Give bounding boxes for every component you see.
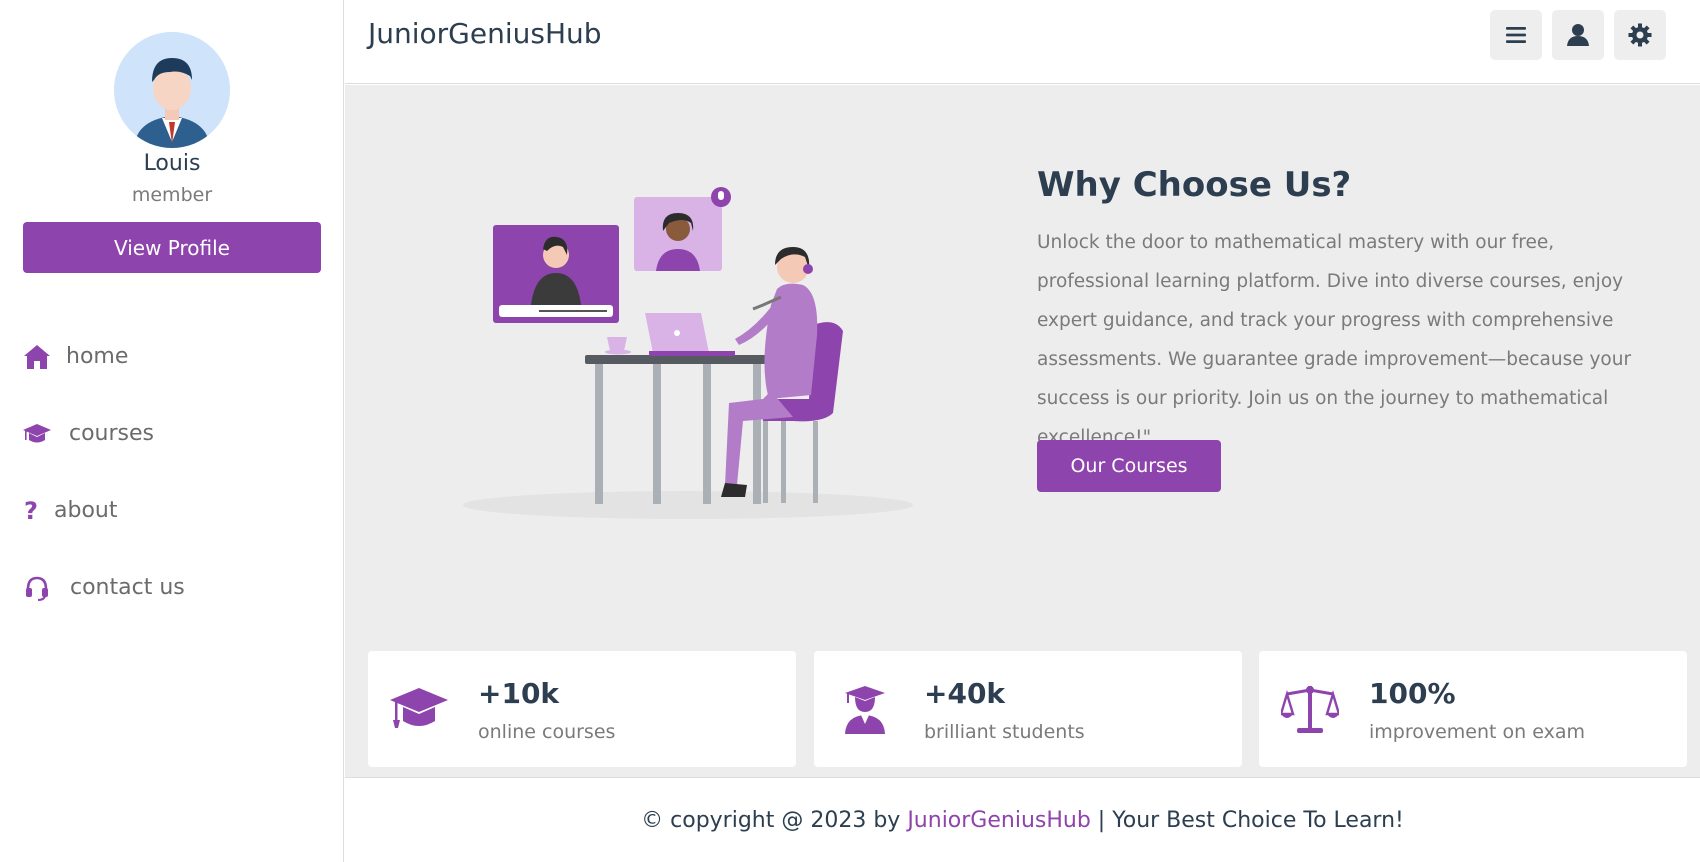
sidebar-item-label: courses <box>69 421 155 446</box>
user-avatar-icon <box>114 32 230 148</box>
settings-button[interactable] <box>1614 10 1666 60</box>
our-courses-button[interactable]: Our Courses <box>1037 440 1221 492</box>
sidebar-item-home[interactable]: home <box>0 318 344 395</box>
stat-label: online courses <box>478 721 616 743</box>
stat-value: +10k <box>478 677 560 710</box>
sidebar-item-courses[interactable]: courses <box>0 395 344 472</box>
footer-tagline: | Your Best Choice To Learn! <box>1090 807 1404 833</box>
stat-card-improvement: 100% improvement on exam <box>1259 651 1687 767</box>
section-description: Unlock the door to mathematical mastery … <box>1037 232 1632 448</box>
home-icon <box>22 342 52 372</box>
online-learning-illustration <box>463 185 923 525</box>
menu-button[interactable] <box>1490 10 1542 60</box>
footer-brand: JuniorGeniusHub <box>907 807 1091 833</box>
user-icon <box>1567 24 1589 46</box>
site-logo[interactable]: JuniorGeniusHub <box>368 17 602 50</box>
graduation-cap-icon <box>22 419 52 449</box>
user-name: Louis <box>143 151 201 176</box>
sidebar-item-contact[interactable]: contact us <box>0 549 344 626</box>
gear-icon <box>1628 23 1652 47</box>
top-header: JuniorGeniusHub <box>345 0 1700 84</box>
graduation-cap-icon <box>388 681 450 737</box>
main-content: Why Choose Us? Unlock the door to mathem… <box>345 85 1700 777</box>
sidebar: Louis member View Profile home courses ?… <box>0 0 344 862</box>
stat-value: +40k <box>924 677 1006 710</box>
question-icon: ? <box>24 496 38 525</box>
stat-label: improvement on exam <box>1369 721 1585 743</box>
stat-card-students: +40k brilliant students <box>814 651 1242 767</box>
sidebar-item-label: home <box>66 344 129 369</box>
sidebar-item-label: contact us <box>70 575 185 600</box>
stat-value: 100% <box>1369 677 1456 710</box>
sidebar-nav: home courses ? about contact us <box>0 318 344 626</box>
footer-copyright-prefix: © copyright @ 2023 by <box>641 807 908 833</box>
sidebar-item-label: about <box>54 498 118 523</box>
stat-card-courses: +10k online courses <box>368 651 796 767</box>
stat-label: brilliant students <box>924 721 1085 743</box>
scale-icon <box>1279 681 1341 737</box>
graduate-user-icon <box>834 681 896 737</box>
user-role: member <box>131 184 213 206</box>
menu-icon <box>1506 27 1526 43</box>
sidebar-item-about[interactable]: ? about <box>0 472 344 549</box>
headset-icon <box>22 573 52 603</box>
footer: © copyright @ 2023 by JuniorGeniusHub | … <box>345 777 1700 862</box>
user-button[interactable] <box>1552 10 1604 60</box>
avatar <box>114 32 230 148</box>
view-profile-button[interactable]: View Profile <box>23 222 321 273</box>
section-title: Why Choose Us? <box>1037 165 1352 205</box>
